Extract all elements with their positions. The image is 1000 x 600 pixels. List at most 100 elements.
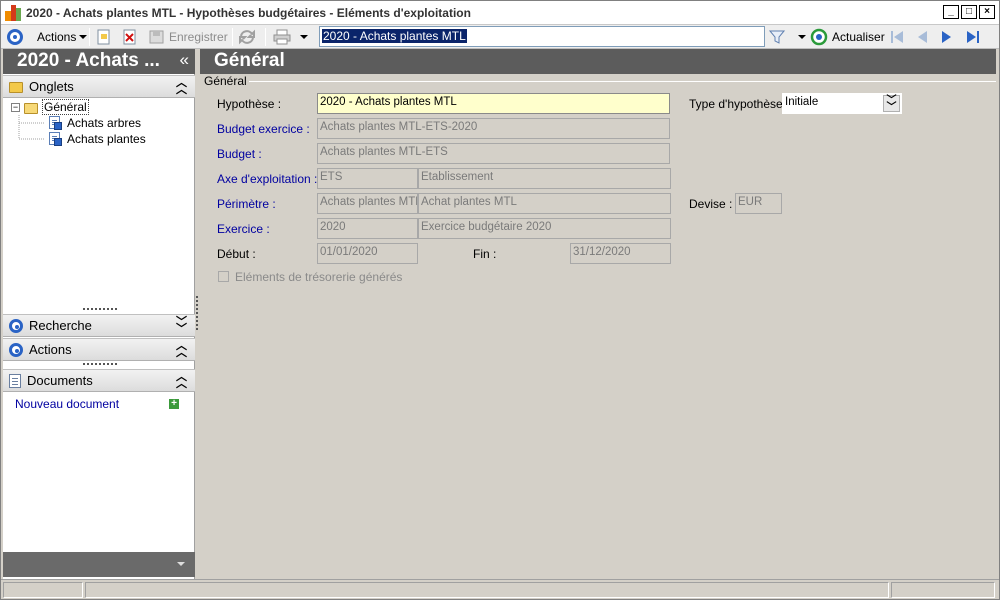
chevron-down-icon [798,35,806,39]
section-recherche[interactable]: Recherche ﹀ ﹀ [3,314,195,337]
open-folder-icon [24,102,38,114]
exercice-label[interactable]: Exercice : [217,222,270,236]
tresorerie-checkbox[interactable] [218,271,229,282]
chevron-down-icon[interactable]: ﹀ ﹀ [883,95,900,113]
minimize-button[interactable]: _ [943,5,959,19]
toolbar: Actions Enregistrer 2020 - Achats plante… [1,25,999,49]
page-title: Général [200,49,996,74]
perimetre-label[interactable]: Périmètre : [217,197,276,211]
tree-item-general[interactable]: − Général [11,99,89,115]
filter-icon[interactable] [769,28,785,46]
debut-label: Début : [217,247,256,261]
resize-grip[interactable] [83,363,117,366]
chevron-up-icon: ︿ ︿ [176,77,187,96]
print-icon[interactable] [273,28,291,46]
tree-item-achats-plantes[interactable]: Achats plantes [48,131,146,147]
axe-exploitation-code-field: ETS [317,168,418,189]
left-panel: 2020 - Achats ... « Onglets ︿ ︿ − Général… [3,49,195,579]
refresh-label: Actualiser [832,30,885,44]
type-hypothese-value: Initiale [785,96,819,108]
axe-exploitation-label[interactable]: Axe d'exploitation : [217,172,317,186]
budget-exercice-field: Achats plantes MTL-ETS-2020 [317,118,670,139]
budget-exercice-label[interactable]: Budget exercice : [217,122,310,136]
first-record-icon[interactable] [889,29,905,45]
section-documents[interactable]: Documents ︿ ︿ [3,369,195,392]
previous-record-icon[interactable] [914,29,930,45]
perimetre-name-field: Achat plantes MTL [418,193,671,214]
refresh-icon [810,28,828,46]
new-document-link[interactable]: Nouveau document [15,397,119,411]
collapse-panel-icon[interactable]: « [180,50,189,70]
tree-item-achats-plantes-label: Achats plantes [67,132,146,146]
record-selector-value: 2020 - Achats plantes MTL [322,29,467,43]
add-icon[interactable]: + [169,399,179,409]
devise-label: Devise : [689,197,733,211]
chevron-down-icon [300,35,308,39]
tab-document-icon [48,116,62,130]
chevron-up-icon: ︿ ︿ [176,340,187,359]
left-panel-footer[interactable] [3,552,195,577]
tree-item-general-label: Général [42,99,89,115]
chevron-down-icon [177,562,185,566]
axe-exploitation-name-field: Etablissement [418,168,671,189]
next-record-icon[interactable] [939,29,955,45]
folder-icon [9,82,23,93]
tree-collapse-icon[interactable]: − [11,102,20,112]
window-controls: _ □ × [943,5,995,19]
group-divider [242,81,996,82]
tree-item-achats-arbres[interactable]: Achats arbres [48,115,141,131]
last-record-icon[interactable] [965,29,981,45]
app-logo-icon [5,5,21,21]
budget-label[interactable]: Budget : [217,147,262,161]
panel-splitter[interactable] [196,296,198,330]
tresorerie-checkbox-label: Eléments de trésorerie générés [235,270,403,284]
save-icon [149,30,164,44]
section-actions-label: Actions [29,342,72,357]
perimetre-code-field: Achats plantes MTL [317,193,418,214]
section-actions[interactable]: Actions ︿ ︿ [3,338,195,361]
chevron-down-icon: ﹀ ﹀ [176,316,187,335]
budget-field: Achats plantes MTL-ETS [317,143,670,164]
chevron-down-icon [79,35,88,39]
print-dropdown[interactable] [297,28,308,46]
maximize-button[interactable]: □ [961,5,977,19]
search-section-icon [9,318,23,333]
resize-grip[interactable] [83,308,117,311]
save-button[interactable]: Enregistrer [149,28,228,46]
sync-icon[interactable] [238,28,256,46]
window-title: 2020 - Achats plantes MTL - Hypothèses b… [26,6,471,20]
status-bar [1,579,999,599]
actions-menu-label: Actions [37,30,77,44]
tree-lines [18,115,45,140]
filter-dropdown[interactable] [795,28,806,46]
new-record-icon[interactable] [97,28,111,46]
home-icon[interactable] [7,28,23,46]
tree-item-achats-arbres-label: Achats arbres [67,116,142,130]
exercice-code-field: 2020 [317,218,418,239]
fin-field: 31/12/2020 [570,243,671,264]
section-documents-label: Documents [27,373,93,388]
section-onglets-label: Onglets [29,79,74,94]
type-hypothese-select[interactable]: Initiale ﹀ ﹀ [782,93,902,114]
left-panel-title: 2020 - Achats ... [17,50,160,71]
refresh-button[interactable]: Actualiser [810,28,885,46]
section-onglets[interactable]: Onglets ︿ ︿ [3,75,195,98]
hypothese-field[interactable]: 2020 - Achats plantes MTL [317,93,670,114]
devise-field: EUR [735,193,782,214]
title-bar: 2020 - Achats plantes MTL - Hypothèses b… [1,1,999,25]
document-icon [9,373,21,388]
status-cell [85,582,889,598]
actions-section-icon [9,342,23,357]
group-label: Général [204,74,249,88]
close-button[interactable]: × [979,5,995,19]
tab-document-icon [48,132,62,146]
hypothese-label: Hypothèse : [217,97,282,111]
delete-icon[interactable] [123,28,137,46]
exercice-name-field: Exercice budgétaire 2020 [418,218,671,239]
actions-menu-button[interactable]: Actions [37,28,88,46]
section-recherche-label: Recherche [29,318,92,333]
left-panel-header: 2020 - Achats ... « [3,49,195,74]
status-cell [3,582,83,598]
chevron-up-icon: ︿ ︿ [176,371,187,390]
record-selector-input[interactable]: 2020 - Achats plantes MTL [319,26,765,47]
